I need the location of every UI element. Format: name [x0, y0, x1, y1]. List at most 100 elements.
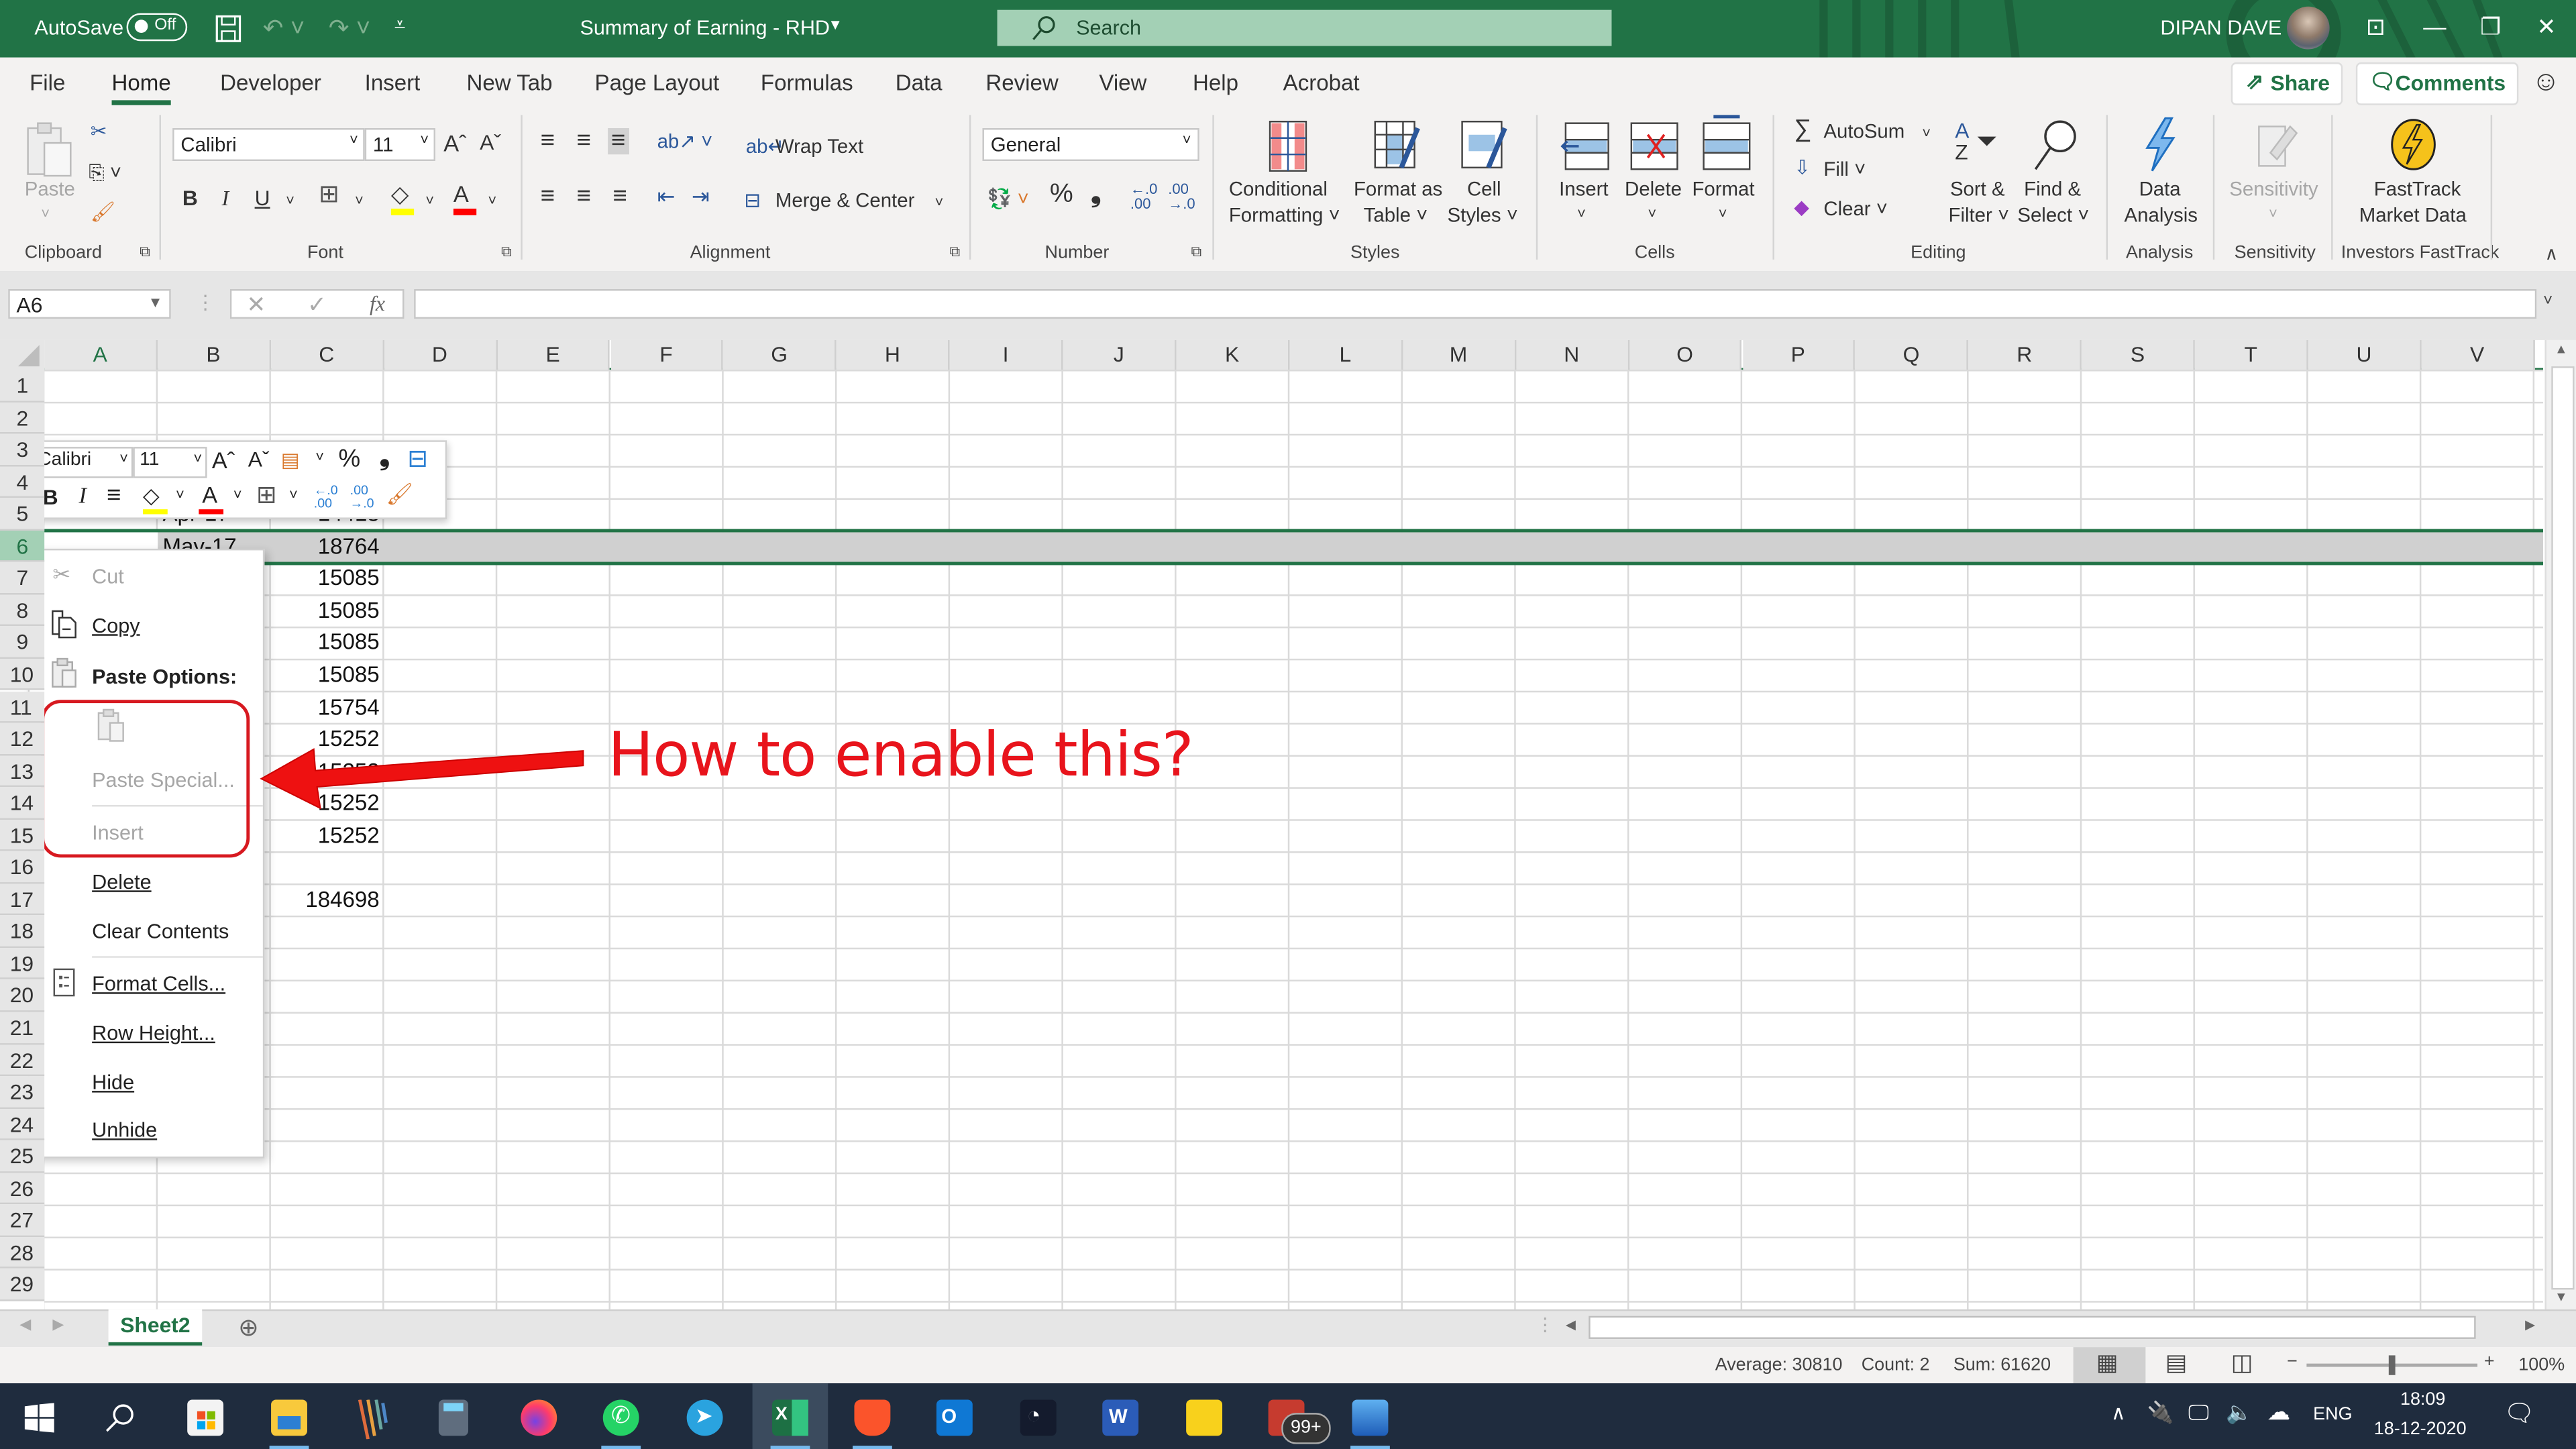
tab-insert[interactable]: Insert: [365, 70, 421, 95]
collapse-ribbon-icon[interactable]: ∧: [2544, 243, 2558, 264]
conditional-formatting-label[interactable]: Conditional: [1229, 176, 1328, 202]
column-header-g[interactable]: G: [723, 339, 837, 370]
insert-cells-icon[interactable]: [1559, 120, 1611, 172]
language-indicator[interactable]: ENG: [2313, 1405, 2352, 1424]
sensitivity-dropdown-icon[interactable]: ˅: [2269, 201, 2277, 227]
column-header-r[interactable]: R: [1968, 339, 2082, 370]
top-align-icon[interactable]: ≡: [541, 127, 555, 154]
zoom-slider[interactable]: [2306, 1355, 2478, 1375]
column-header-b[interactable]: B: [157, 339, 271, 370]
number-format-select[interactable]: General ˅: [982, 128, 1199, 162]
column-header-t[interactable]: T: [2195, 339, 2308, 370]
start-icon[interactable]: [24, 1403, 54, 1433]
mini-format-painter-icon[interactable]: 🖌: [386, 482, 413, 508]
mini-increase-decimal-icon[interactable]: ←.0.00: [314, 484, 338, 511]
percent-style-icon[interactable]: %: [1050, 182, 1073, 209]
battery-icon[interactable]: 🔌: [2147, 1400, 2174, 1426]
autosum-icon[interactable]: ∑: [1794, 116, 1811, 143]
select-all-button[interactable]: [0, 339, 45, 370]
mini-comma-icon[interactable]: ❟: [380, 443, 390, 473]
orientation-icon[interactable]: ab↗ ˅: [657, 128, 713, 154]
close-icon[interactable]: ✕: [2530, 13, 2563, 42]
sheet-scroll-right-icon[interactable]: ▶: [52, 1316, 64, 1334]
clock-time[interactable]: 18:09: [2400, 1390, 2445, 1409]
mini-size-select[interactable]: 11 ˅: [133, 447, 207, 478]
tab-new-tab[interactable]: New Tab: [467, 70, 553, 95]
row-header-9[interactable]: 9: [0, 627, 45, 659]
hscroll-left-icon[interactable]: ◀: [1566, 1318, 1576, 1332]
column-header-e[interactable]: E: [497, 339, 610, 370]
bold-button[interactable]: B: [182, 186, 198, 212]
tab-page-layout[interactable]: Page Layout: [595, 70, 720, 95]
column-header-n[interactable]: N: [1515, 339, 1629, 370]
decrease-font-icon[interactable]: Aˇ: [480, 129, 501, 156]
row-header-21[interactable]: 21: [0, 1012, 45, 1044]
row-header-17[interactable]: 17: [0, 883, 45, 916]
file-explorer-icon[interactable]: [271, 1399, 307, 1436]
cell-c9[interactable]: 15085: [274, 629, 380, 654]
row-header-29[interactable]: 29: [0, 1269, 45, 1301]
expand-formula-bar-icon[interactable]: ˅: [2543, 292, 2553, 311]
row-header-24[interactable]: 24: [0, 1108, 45, 1141]
paste-label[interactable]: Paste: [25, 176, 75, 202]
clear-button[interactable]: Clear ˅: [1823, 195, 1888, 221]
mini-fill-color-icon[interactable]: ◇: [143, 483, 159, 509]
copy-icon[interactable]: ⎘ ˅: [89, 160, 121, 186]
column-header-j[interactable]: J: [1063, 339, 1177, 370]
telegram-icon[interactable]: ➤: [686, 1399, 723, 1436]
mini-center-icon[interactable]: ≡: [107, 482, 121, 510]
mini-borders-dropdown-icon[interactable]: ˅: [289, 486, 298, 502]
mini-font-color-icon[interactable]: A: [202, 482, 217, 508]
sticky-notes-icon[interactable]: [1186, 1399, 1223, 1436]
decrease-indent-icon[interactable]: ⇤: [657, 184, 676, 210]
app-stripes-icon[interactable]: [355, 1399, 391, 1440]
action-center-icon[interactable]: 🗨: [2504, 1398, 2535, 1428]
comma-style-icon[interactable]: ❟: [1091, 182, 1101, 209]
row-header-25[interactable]: 25: [0, 1140, 45, 1173]
avatar[interactable]: [2286, 6, 2330, 50]
sort-filter-icon[interactable]: AZ: [1955, 120, 1969, 163]
column-header-o[interactable]: O: [1629, 339, 1743, 370]
microsoft-store-icon[interactable]: [187, 1399, 224, 1436]
page-break-view-button[interactable]: ◫: [2231, 1349, 2253, 1377]
brave-icon[interactable]: [854, 1399, 891, 1436]
row-header-19[interactable]: 19: [0, 947, 45, 980]
fill-color-dropdown-icon[interactable]: ˅: [425, 187, 434, 213]
font-color-dropdown-icon[interactable]: ˅: [488, 187, 496, 213]
cell-c11[interactable]: 15754: [274, 695, 380, 720]
mini-percent-icon[interactable]: %: [338, 445, 360, 474]
find-select-label-2[interactable]: Select ˅: [2017, 202, 2089, 228]
row-header-26[interactable]: 26: [0, 1172, 45, 1205]
clear-icon[interactable]: ◆: [1794, 194, 1809, 220]
column-header-h[interactable]: H: [837, 339, 950, 370]
tab-help[interactable]: Help: [1193, 70, 1238, 95]
outlook-icon[interactable]: O: [936, 1399, 973, 1436]
row-header-7[interactable]: 7: [0, 562, 45, 595]
tab-data[interactable]: Data: [896, 70, 943, 95]
save-icon[interactable]: [215, 15, 241, 43]
data-analysis-label-2[interactable]: Analysis: [2125, 202, 2198, 228]
column-header-u[interactable]: U: [2308, 339, 2422, 370]
increase-decimal-icon[interactable]: ←.0.00: [1130, 182, 1157, 212]
row-header-15[interactable]: 15: [0, 819, 45, 852]
bottom-align-icon[interactable]: ≡: [608, 127, 629, 155]
row-header-6[interactable]: 6: [0, 530, 45, 563]
formula-input[interactable]: [414, 289, 2537, 319]
cell-styles-icon[interactable]: [1459, 118, 1511, 174]
fasttrack-label[interactable]: FastTrack: [2374, 176, 2461, 202]
data-analysis-icon[interactable]: [2139, 117, 2182, 172]
mini-borders-icon[interactable]: ⊞: [256, 480, 277, 510]
merge-dropdown-icon[interactable]: ˅: [934, 189, 943, 215]
insert-cells-button[interactable]: Insert: [1559, 176, 1609, 202]
fill-color-icon[interactable]: ◇: [391, 180, 409, 207]
paste-dropdown-icon[interactable]: ˅: [41, 201, 50, 227]
speedometer-icon[interactable]: ◔: [1020, 1399, 1057, 1436]
tab-review[interactable]: Review: [985, 70, 1058, 95]
find-select-icon[interactable]: [2031, 117, 2080, 172]
mini-accounting-icon[interactable]: ▤: [281, 449, 300, 472]
feedback-smiley-icon[interactable]: ☺: [2532, 66, 2561, 99]
clipboard-launcher-icon[interactable]: ⧉: [140, 243, 150, 261]
font-size-select[interactable]: 11 ˅: [364, 128, 435, 162]
middle-align-icon[interactable]: ≡: [577, 127, 591, 154]
tab-acrobat[interactable]: Acrobat: [1283, 70, 1360, 95]
